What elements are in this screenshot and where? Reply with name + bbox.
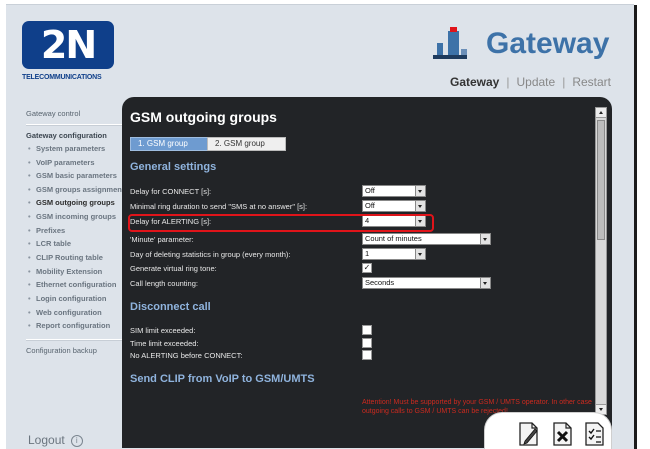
- sidebar-item-gsm-basic-parameters[interactable]: GSM basic parameters: [26, 169, 126, 183]
- highlight-box: [128, 214, 434, 232]
- scroll-up-icon[interactable]: [596, 108, 606, 118]
- tab-gsm-group-1[interactable]: 1. GSM group: [130, 137, 210, 151]
- tab-gsm-group-2[interactable]: 2. GSM group: [207, 137, 286, 151]
- time-limit-checkbox[interactable]: [362, 338, 372, 348]
- chevron-down-icon: [480, 234, 490, 244]
- sidebar-divider: [26, 339, 126, 342]
- brand-logo-subtitle: TELECOMMUNICATIONS: [22, 74, 102, 81]
- document-delete-icon[interactable]: [551, 421, 575, 447]
- nav-separator: |: [562, 75, 566, 89]
- minute-parameter-value: Count of minutes: [365, 234, 422, 243]
- sidebar-item-report-configuration[interactable]: Report configuration: [26, 319, 126, 333]
- delay-connect-label: Delay for CONNECT [s]:: [130, 187, 212, 196]
- chevron-down-icon: [415, 186, 425, 196]
- sidebar-item-prefixes[interactable]: Prefixes: [26, 224, 126, 238]
- day-delete-select[interactable]: 1: [362, 248, 426, 260]
- general-settings-title: General settings: [130, 161, 217, 173]
- sidebar-item-gsm-incoming-groups[interactable]: GSM incoming groups: [26, 210, 126, 224]
- chevron-down-icon: [480, 278, 490, 288]
- minute-parameter-label: 'Minute' parameter:: [130, 235, 194, 244]
- scroll-thumb[interactable]: [597, 120, 605, 240]
- nav-update[interactable]: Update: [516, 75, 555, 89]
- no-alerting-label: No ALERTING before CONNECT:: [130, 351, 243, 360]
- sidebar-item-ethernet-configuration[interactable]: Ethernet configuration: [26, 278, 126, 292]
- sidebar-item-system-parameters[interactable]: System parameters: [26, 142, 126, 156]
- sidebar-item-voip-parameters[interactable]: VoIP parameters: [26, 156, 126, 170]
- panel-scrollbar[interactable]: [595, 107, 607, 415]
- bottom-icon-bar: [484, 412, 612, 449]
- sidebar-item-lcr-table[interactable]: LCR table: [26, 237, 126, 251]
- sidebar-divider: [26, 124, 126, 126]
- checklist-icon[interactable]: [583, 421, 607, 447]
- delay-connect-value: Off: [365, 186, 375, 195]
- no-alerting-checkbox[interactable]: [362, 350, 372, 360]
- chevron-down-icon: [415, 201, 425, 211]
- min-ring-value: Off: [365, 201, 375, 210]
- nav-restart[interactable]: Restart: [572, 75, 611, 89]
- logout-link[interactable]: Logout i: [28, 433, 83, 447]
- sidebar-item-gsm-groups-assignment[interactable]: GSM groups assignment: [26, 185, 126, 194]
- sidebar-gateway-control[interactable]: Gateway control: [26, 109, 126, 118]
- call-length-select[interactable]: Seconds: [362, 277, 491, 289]
- sidebar-item-mobility-extension[interactable]: Mobility Extension: [26, 265, 126, 279]
- main-panel: GSM outgoing groups 1. GSM group 2. GSM …: [122, 97, 612, 448]
- send-clip-title: Send CLIP from VoIP to GSM/UMTS: [130, 373, 315, 385]
- nav-separator: |: [506, 75, 510, 89]
- sidebar-gateway-configuration[interactable]: Gateway configuration: [26, 131, 126, 140]
- nav-gateway[interactable]: Gateway: [450, 75, 499, 89]
- sidebar-item-web-configuration[interactable]: Web configuration: [26, 306, 126, 320]
- info-icon[interactable]: i: [70, 434, 83, 447]
- min-ring-select[interactable]: Off: [362, 200, 426, 212]
- document-pen-icon[interactable]: [517, 421, 541, 447]
- sim-limit-checkbox[interactable]: [362, 325, 372, 335]
- disconnect-call-title: Disconnect call: [130, 301, 211, 313]
- product-title: Gateway: [486, 27, 610, 60]
- logout-label: Logout: [28, 433, 65, 447]
- call-length-value: Seconds: [365, 278, 395, 287]
- sidebar-configuration-backup[interactable]: Configuration backup: [26, 346, 126, 355]
- call-length-label: Call length counting:: [130, 279, 198, 288]
- gateway-icon: [433, 27, 467, 59]
- virtual-ring-checkbox[interactable]: ✓: [362, 263, 372, 273]
- sidebar: Gateway control Gateway configuration Sy…: [26, 109, 126, 355]
- sidebar-item-gsm-outgoing-groups[interactable]: GSM outgoing groups: [26, 196, 126, 210]
- day-delete-label: Day of deleting statistics in group (eve…: [130, 250, 291, 259]
- virtual-ring-label: Generate virtual ring tone:: [130, 264, 217, 273]
- brand-logo[interactable]: 2N: [22, 21, 114, 69]
- minute-parameter-select[interactable]: Count of minutes: [362, 233, 491, 245]
- sidebar-item-clip-routing-table[interactable]: CLIP Routing table: [26, 251, 126, 265]
- day-delete-value: 1: [365, 249, 370, 258]
- top-navigation: Gateway | Update | Restart: [450, 75, 611, 89]
- delay-connect-select[interactable]: Off: [362, 185, 426, 197]
- sidebar-item-login-configuration[interactable]: Login configuration: [26, 292, 126, 306]
- min-ring-label: Minimal ring duration to send "SMS at no…: [130, 202, 308, 211]
- time-limit-label: Time limit exceeded:: [130, 339, 199, 348]
- page-title: GSM outgoing groups: [130, 109, 277, 125]
- sim-limit-label: SIM limit exceeded:: [130, 326, 196, 335]
- chevron-down-icon: [415, 249, 425, 259]
